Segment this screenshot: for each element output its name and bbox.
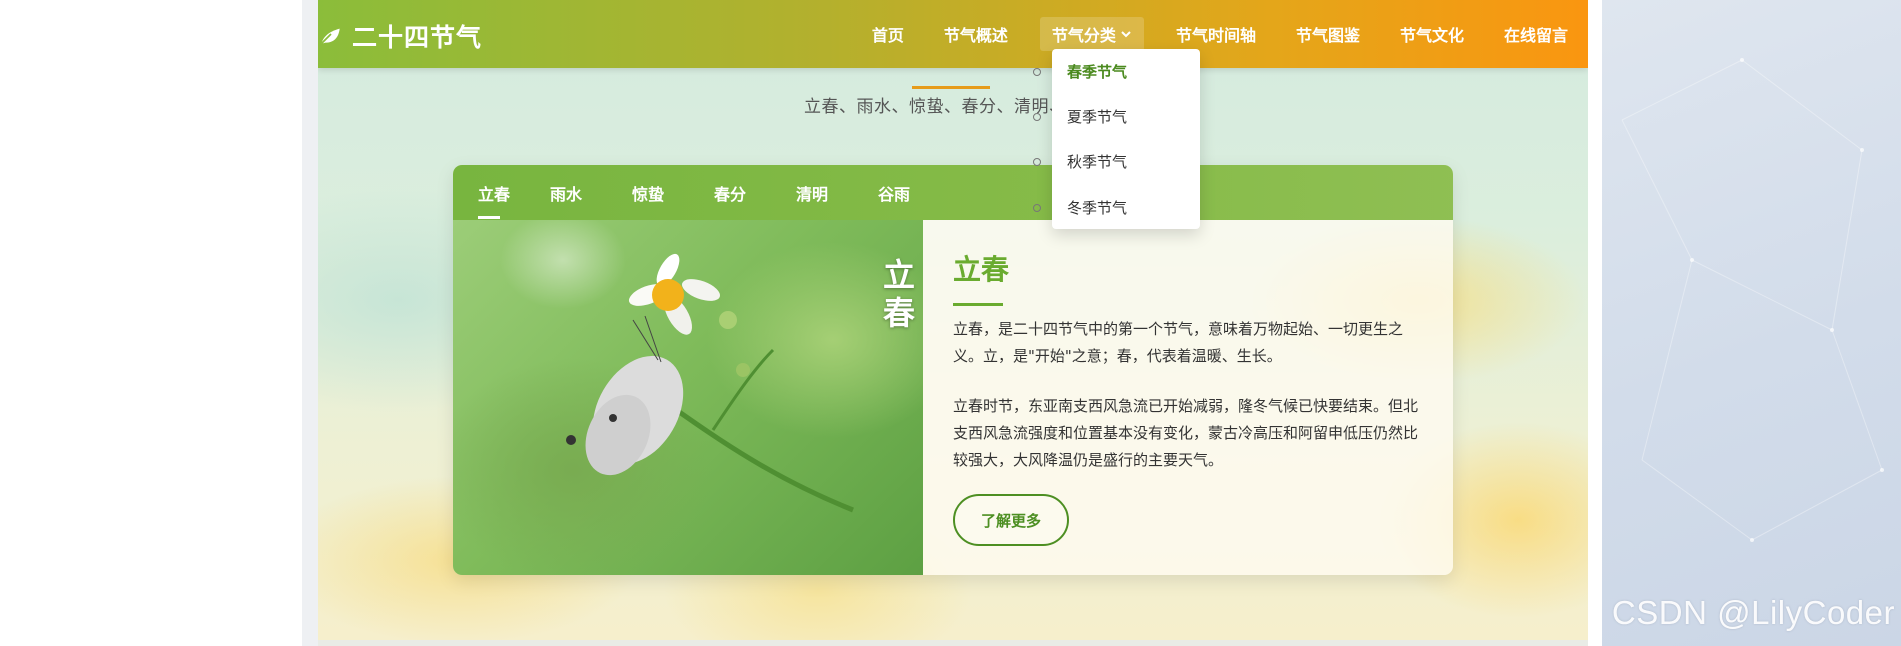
- top-navbar: 二十四节气 首页 节气概述 节气分类 节气时间轴 节气图鉴 节气文化 在线留言: [318, 0, 1588, 68]
- solar-term-info: 立春 立春，是二十四节气中的第一个节气，意味着万物起始、一切更生之义。立，是"开…: [923, 220, 1453, 575]
- dropdown-item-summer[interactable]: 夏季节气: [1033, 106, 1128, 127]
- dropdown-item-label: 冬季节气: [1067, 199, 1128, 217]
- photo-title: 立春: [883, 256, 916, 332]
- nav-timeline[interactable]: 节气时间轴: [1156, 17, 1276, 51]
- page-bottom-border: [318, 640, 1588, 646]
- list-bullet: [1033, 113, 1041, 121]
- description-paragraph-1: 立春，是二十四节气中的第一个节气，意味着万物起始、一切更生之义。立，是"开始"之…: [953, 320, 1404, 365]
- leaf-icon: [318, 21, 344, 51]
- right-background-panel: CSDN @LilyCoder: [1602, 0, 1901, 646]
- tab-qingming[interactable]: 清明: [771, 165, 853, 220]
- solar-term-tabs: 立春 雨水 惊蛰 春分 清明 谷雨: [453, 165, 1453, 220]
- dropdown-item-label: 秋季节气: [1067, 153, 1128, 171]
- site-logo[interactable]: 二十四节气: [318, 18, 482, 54]
- nav-gallery[interactable]: 节气图鉴: [1276, 17, 1380, 51]
- left-margin: [0, 0, 302, 646]
- hero-underline: [912, 86, 990, 89]
- tab-guyu[interactable]: 谷雨: [853, 165, 935, 220]
- nav-culture[interactable]: 节气文化: [1380, 17, 1484, 51]
- list-bullet: [1033, 204, 1041, 212]
- main-page: 立春、雨水、惊蛰、春分、清明、谷雨 二十四节气 首页 节气概述 节气分类 节气时…: [318, 0, 1588, 640]
- nav-categories[interactable]: 节气分类: [1039, 17, 1144, 51]
- nav-overview[interactable]: 节气概述: [924, 17, 1028, 51]
- nav-home[interactable]: 首页: [852, 17, 924, 51]
- solar-term-card: 立春 雨水 惊蛰 春分 清明 谷雨 立春 立春 立春，是二十四节气中的第一个节气…: [453, 165, 1453, 575]
- description-paragraph-2: 立春时节，东亚南支西风急流已开始减弱，隆冬气候已快要结束。但北支西风急流强度和位…: [953, 397, 1419, 469]
- dropdown-item-autumn[interactable]: 秋季节气: [1033, 151, 1128, 172]
- solar-term-title: 立春: [953, 253, 1010, 286]
- butterfly-flower-illustration: [566, 253, 854, 513]
- tab-yushui[interactable]: 雨水: [525, 165, 607, 220]
- hero-subtitle: 立春、雨水、惊蛰、春分、清明、谷雨: [804, 97, 1068, 117]
- list-bullet: [1033, 68, 1041, 76]
- network-pattern: [1621, 58, 1884, 542]
- dropdown-item-winter[interactable]: 冬季节气: [1033, 197, 1128, 218]
- dropdown-item-spring[interactable]: 春季节气: [1033, 61, 1128, 82]
- nav-guestbook[interactable]: 在线留言: [1484, 17, 1588, 51]
- dropdown-item-label: 春季节气: [1067, 63, 1128, 81]
- watermark: CSDN @LilyCoder: [1611, 594, 1895, 631]
- title-underline: [953, 303, 1003, 306]
- solar-term-photo: 立春: [453, 220, 923, 575]
- category-dropdown: 春季节气 夏季节气 秋季节气 冬季节气: [1033, 49, 1200, 229]
- site-title: 二十四节气: [352, 23, 483, 52]
- tab-jingzhe[interactable]: 惊蛰: [607, 165, 689, 220]
- list-bullet: [1033, 158, 1041, 166]
- left-divider: [302, 0, 318, 646]
- learn-more-button[interactable]: 了解更多: [953, 494, 1069, 546]
- main-nav: 首页 节气概述 节气分类 节气时间轴 节气图鉴 节气文化 在线留言: [852, 0, 1588, 68]
- tab-lichun[interactable]: 立春: [463, 165, 525, 220]
- chevron-down-icon: [1121, 31, 1131, 38]
- nav-categories-label: 节气分类: [1051, 26, 1116, 45]
- dropdown-item-label: 夏季节气: [1067, 108, 1128, 126]
- tab-chunfen[interactable]: 春分: [689, 165, 771, 220]
